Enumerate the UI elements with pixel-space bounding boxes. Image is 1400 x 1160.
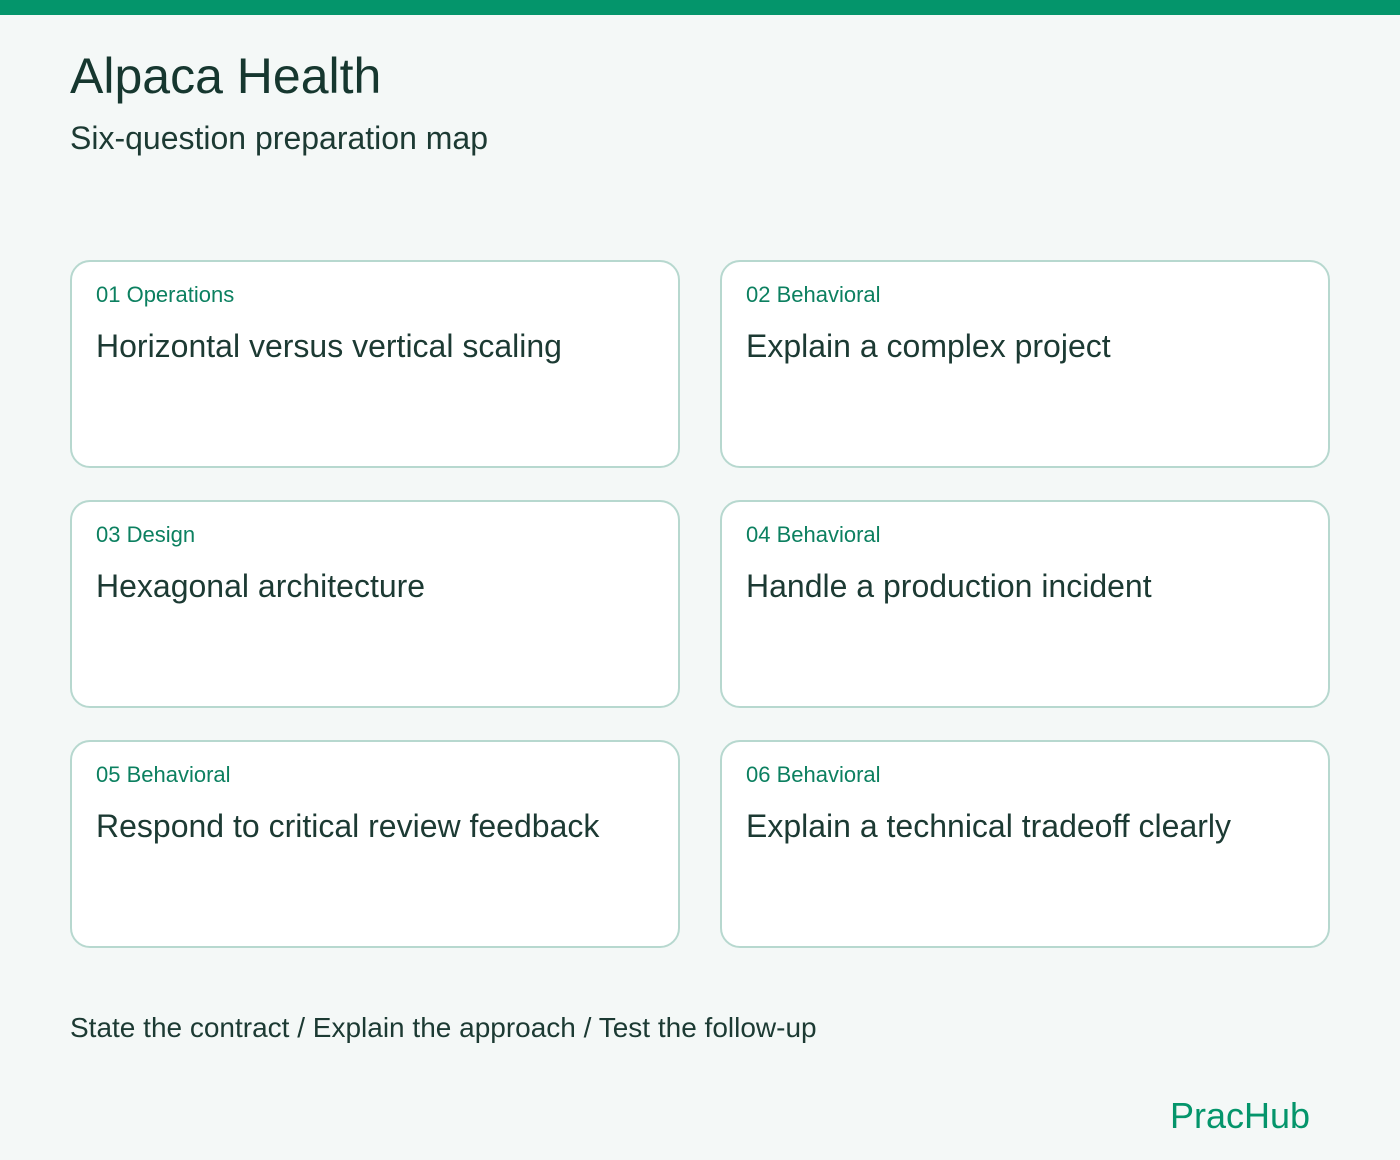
question-tag: 01 Operations (96, 282, 235, 307)
question-card-03[interactable]: 03 Design Hexagonal architecture (70, 500, 680, 708)
question-tag: 04 Behavioral (746, 522, 881, 547)
page-title: Alpaca Health (70, 48, 382, 104)
question-tag: 06 Behavioral (746, 762, 881, 787)
question-tag: 03 Design (96, 522, 196, 547)
question-tag: 02 Behavioral (746, 282, 881, 307)
brand-logo: PracHub (1170, 1095, 1311, 1136)
top-accent-bar (0, 0, 1400, 15)
question-title: Respond to critical review feedback (96, 808, 600, 844)
question-card-01[interactable]: 01 Operations Horizontal versus vertical… (70, 260, 680, 468)
question-tag: 05 Behavioral (96, 762, 231, 787)
question-title: Explain a complex project (746, 328, 1111, 364)
question-card-06[interactable]: 06 Behavioral Explain a technical tradeo… (720, 740, 1330, 948)
question-title: Handle a production incident (746, 568, 1152, 604)
approach-steps: State the contract / Explain the approac… (70, 1012, 817, 1043)
page-subtitle: Six-question preparation map (70, 120, 489, 156)
question-card-02[interactable]: 02 Behavioral Explain a complex project (720, 260, 1330, 468)
question-title: Horizontal versus vertical scaling (96, 328, 562, 364)
question-card-04[interactable]: 04 Behavioral Handle a production incide… (720, 500, 1330, 708)
question-grid: 01 Operations Horizontal versus vertical… (70, 260, 1330, 948)
question-title: Hexagonal architecture (96, 568, 426, 604)
question-card-05[interactable]: 05 Behavioral Respond to critical review… (70, 740, 680, 948)
question-title: Explain a technical tradeoff clearly (746, 808, 1232, 844)
